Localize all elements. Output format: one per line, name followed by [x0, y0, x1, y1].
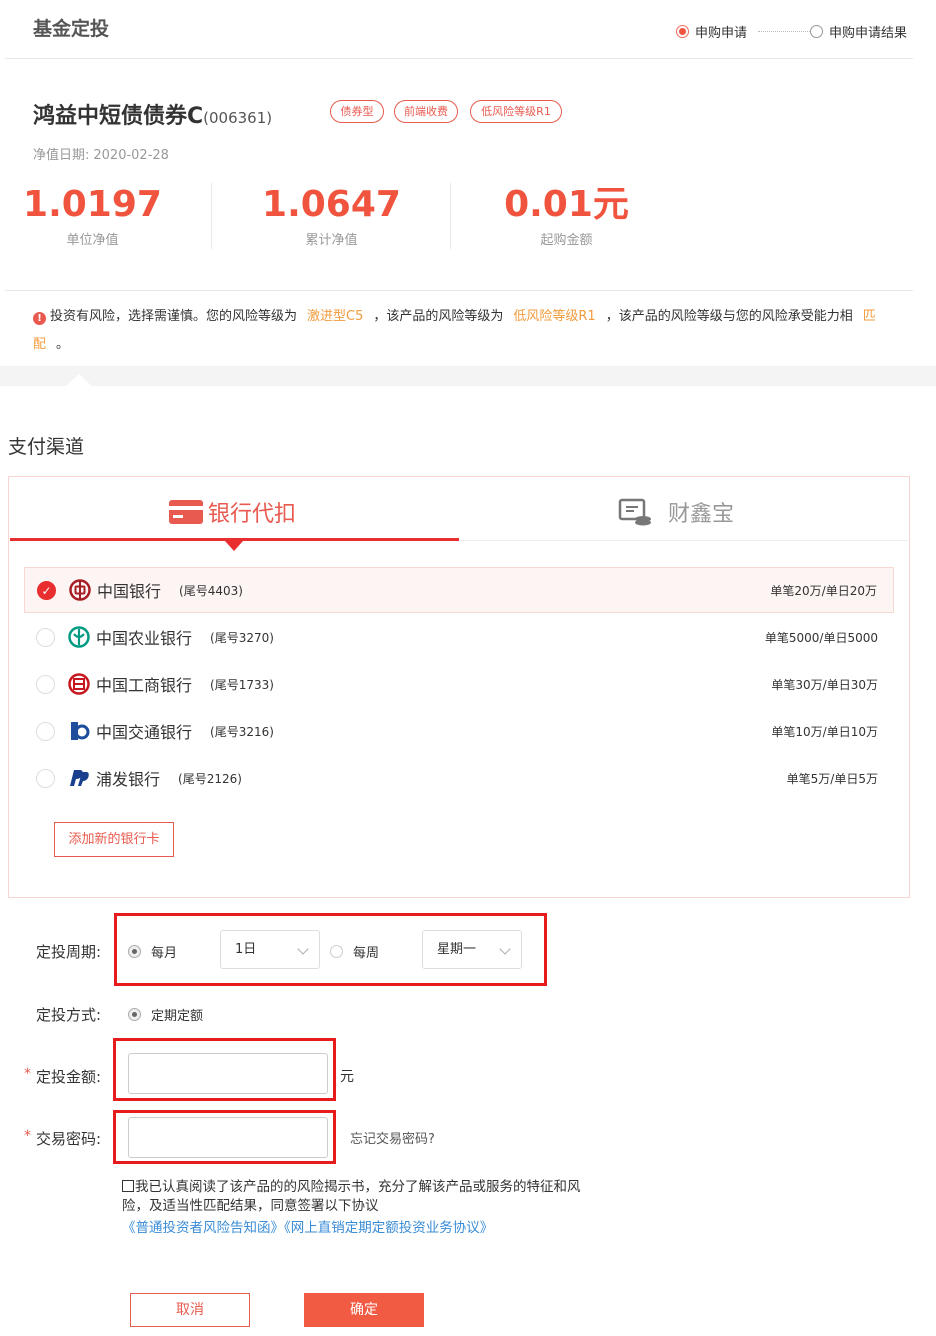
radio-checked-icon	[128, 945, 141, 958]
confirm-button[interactable]: 确定	[304, 1293, 424, 1327]
weekly-option[interactable]: 每周	[330, 942, 379, 961]
step-active-icon	[676, 25, 689, 38]
agreement-links[interactable]: 《普通投资者风险告知函》《网上直销定期定额投资业务协议》	[122, 1216, 493, 1236]
icbc-logo-icon	[68, 673, 90, 695]
bank-card-icon	[169, 500, 203, 524]
monthly-option[interactable]: 每月	[128, 942, 177, 961]
bank-row-icbc[interactable]: 中国工商银行 (尾号1733) 单笔30万/单日30万	[24, 661, 894, 707]
weekday-select[interactable]: 星期一	[422, 930, 522, 969]
agreement-checkbox[interactable]	[122, 1180, 134, 1192]
month-day-select[interactable]: 1日	[220, 930, 320, 969]
spdb-logo-icon	[70, 770, 89, 786]
step-connector	[758, 31, 810, 32]
risk-notice: ! 投资有风险，选择需谨慎。您的风险等级为 激进型C5 ，该产品的风险等级为 低风险等级…	[33, 309, 876, 352]
fund-code: (006361)	[203, 109, 273, 127]
bank-row-spdb[interactable]: 浦发银行 (尾号2126) 单笔5万/单日5万	[24, 755, 894, 801]
agreement-text: 我已认真阅读了该产品的的风险揭示书，充分了解该产品或服务的特征和风险，及适当性匹…	[122, 1179, 581, 1214]
tab-bank-debit[interactable]: 银行代扣	[168, 492, 296, 532]
product-risk-level: 低风险等级R1	[513, 309, 596, 324]
radio-unchecked[interactable]	[36, 721, 55, 741]
divider	[450, 183, 451, 249]
fund-tag-fee: 前端收费	[394, 100, 458, 123]
page-title: 基金定投	[33, 18, 110, 40]
bank-row-abc[interactable]: 中国农业银行 (尾号3270) 单笔5000/单日5000	[24, 614, 894, 660]
wallet-coin-icon	[618, 498, 651, 526]
divider	[211, 183, 212, 249]
stat-accum-nav: 1.0647 累计净值	[262, 184, 401, 248]
user-risk-level: 激进型C5	[307, 309, 364, 324]
password-input[interactable]	[128, 1117, 328, 1158]
stat-min-purchase: 0.01元 起购金额	[504, 184, 629, 248]
required-mark: *	[24, 1066, 31, 1082]
add-bank-card-button[interactable]: 添加新的银行卡	[54, 822, 174, 857]
divider	[5, 58, 913, 59]
bank-row-boc[interactable]: ✓ 中国银行 (尾号4403) 单笔20万/单日20万	[24, 567, 894, 613]
radio-unchecked[interactable]	[36, 627, 55, 647]
step-apply: 申购申请	[676, 22, 747, 41]
section-separator	[0, 366, 936, 386]
payment-section-title: 支付渠道	[8, 436, 85, 458]
check-icon[interactable]: ✓	[37, 580, 56, 600]
amount-label: 定投金额:	[36, 1068, 102, 1086]
radio-unchecked[interactable]	[36, 768, 55, 788]
separator-notch	[66, 374, 92, 386]
step-indicator: 申购申请 申购申请结果	[676, 22, 926, 42]
mode-fixed-amount-option[interactable]: 定期定额	[128, 1005, 203, 1024]
divider	[5, 290, 913, 291]
forgot-password-link[interactable]: 忘记交易密码?	[350, 1128, 435, 1147]
required-mark: *	[24, 1128, 31, 1144]
bank-row-bocom[interactable]: 中国交通银行 (尾号3216) 单笔10万/单日10万	[24, 708, 894, 754]
step-inactive-icon	[810, 25, 823, 38]
boc-logo-icon	[69, 579, 91, 601]
stat-unit-nav: 1.0197 单位净值	[23, 184, 162, 248]
chevron-down-icon	[499, 943, 511, 955]
step-result: 申购申请结果	[810, 22, 907, 41]
radio-checked-icon	[128, 1008, 141, 1021]
page-header: 基金定投 申购申请 申购申请结果	[0, 0, 936, 58]
warning-icon: !	[33, 312, 46, 325]
fund-tag-type: 债券型	[330, 100, 384, 123]
cancel-button[interactable]: 取消	[130, 1293, 250, 1327]
tab-active-arrow	[225, 541, 243, 551]
cycle-label: 定投周期:	[36, 943, 102, 961]
radio-unchecked-icon	[330, 945, 343, 958]
chevron-down-icon	[297, 943, 309, 955]
fund-tag-risk: 低风险等级R1	[470, 100, 562, 123]
nav-date: 净值日期: 2020-02-28	[33, 148, 169, 163]
abc-logo-icon	[68, 626, 90, 648]
fund-title: 鸿益中短债债券C(006361)	[33, 104, 273, 129]
tab-caixinbao[interactable]: 财鑫宝	[618, 492, 734, 532]
bocom-logo-icon	[71, 722, 90, 740]
amount-input[interactable]	[128, 1053, 328, 1094]
radio-unchecked[interactable]	[36, 674, 55, 694]
mode-label: 定投方式:	[36, 1006, 102, 1024]
password-label: 交易密码:	[36, 1130, 102, 1148]
amount-unit: 元	[340, 1069, 354, 1085]
